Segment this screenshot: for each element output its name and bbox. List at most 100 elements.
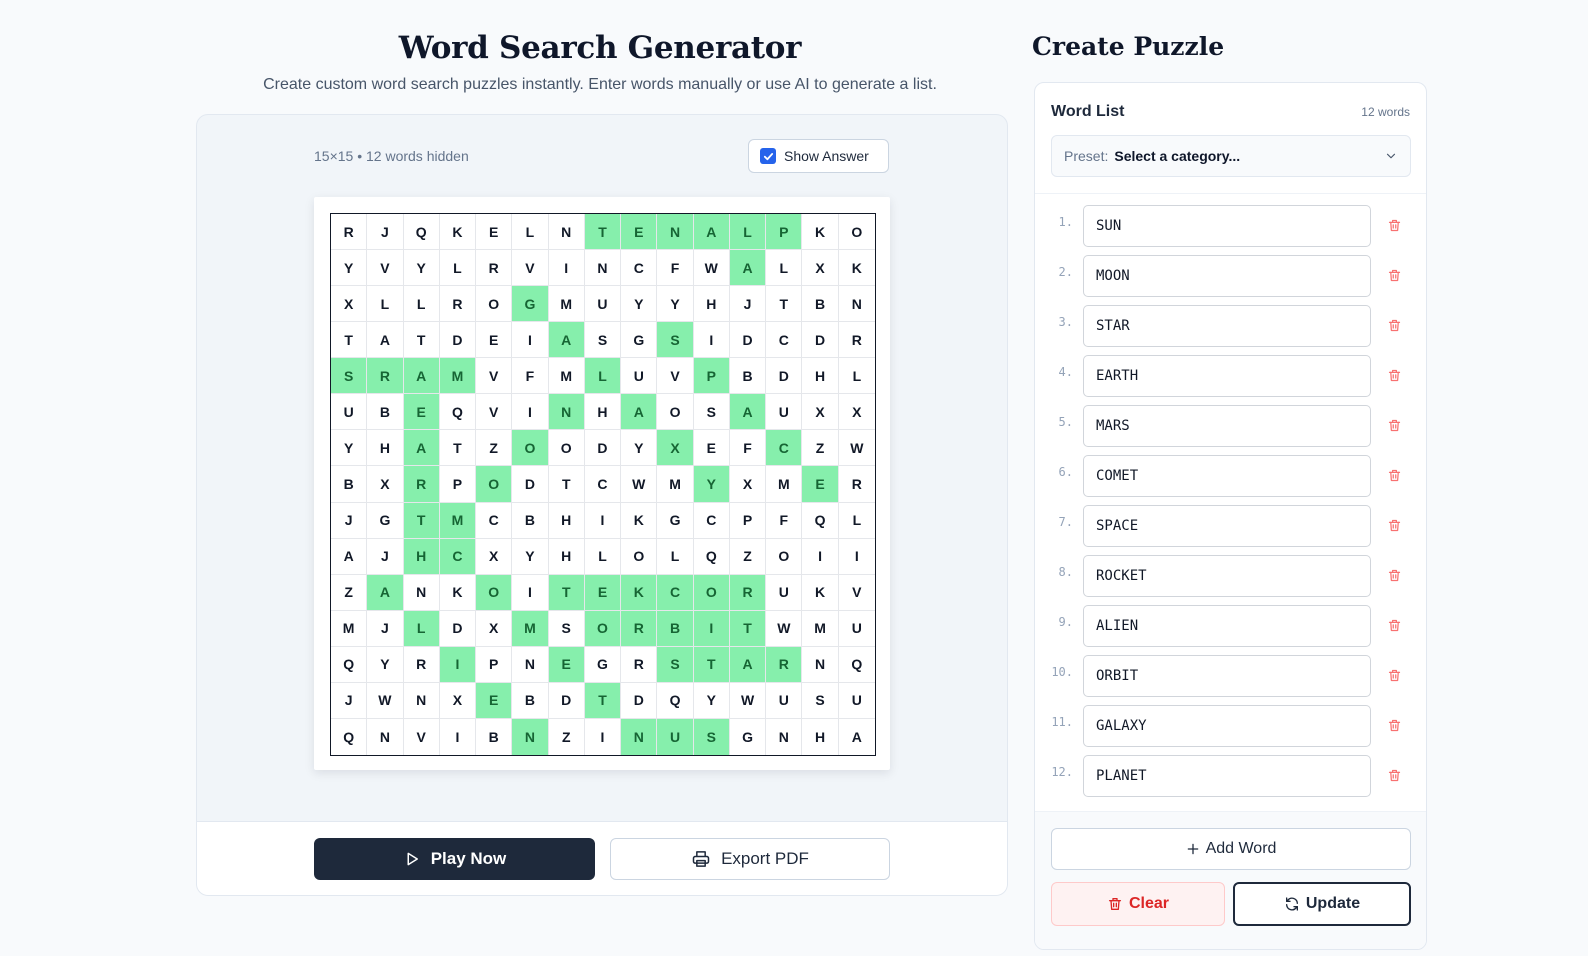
word-row: 4.	[1035, 355, 1426, 405]
grid-cell: X	[476, 538, 513, 575]
preset-select[interactable]: Preset: Select a category...	[1051, 135, 1411, 177]
grid-cell: D	[439, 322, 477, 359]
puzzle-sheet: RJQKELNTENALPKOYVYLRVINCFWALXKXLLROGMUYY…	[314, 197, 890, 770]
grid-cell: H	[367, 430, 404, 467]
word-number: 4.	[1058, 365, 1073, 379]
grid-cell: B	[657, 610, 694, 647]
word-input[interactable]	[1083, 555, 1371, 597]
add-word-button[interactable]: Add Word	[1051, 828, 1411, 870]
grid-cell: B	[802, 286, 839, 323]
refresh-icon	[1285, 897, 1298, 911]
show-answer-toggle[interactable]: Show Answer	[748, 139, 889, 173]
grid-cell: V	[476, 394, 513, 431]
word-row: 2.	[1035, 255, 1426, 305]
grid-cell: Q	[331, 646, 368, 683]
grid-cell: W	[693, 250, 730, 287]
delete-word-icon[interactable]	[1387, 518, 1402, 538]
word-input[interactable]	[1083, 405, 1371, 447]
grid-cell: O	[476, 286, 513, 323]
grid-cell: R	[403, 466, 440, 503]
delete-word-icon[interactable]	[1387, 618, 1402, 638]
grid-cell: W	[838, 430, 875, 467]
grid-cell: M	[548, 358, 585, 395]
grid-cell: W	[766, 610, 803, 647]
word-row: 5.	[1035, 405, 1426, 455]
play-now-label: Play Now	[430, 849, 507, 868]
delete-word-icon[interactable]	[1387, 768, 1402, 788]
grid-cell: E	[403, 394, 440, 431]
grid-cell: S	[657, 322, 694, 359]
word-input[interactable]	[1083, 255, 1371, 297]
grid-cell: E	[693, 430, 730, 467]
grid-cell: S	[693, 394, 730, 431]
word-input[interactable]	[1083, 455, 1371, 497]
grid-cell: U	[657, 718, 694, 755]
update-button[interactable]: Update	[1233, 882, 1411, 926]
grid-cell: C	[584, 466, 622, 503]
grid-cell: A	[729, 646, 767, 683]
grid-cell: K	[621, 502, 658, 539]
clear-button[interactable]: Clear	[1051, 882, 1225, 926]
grid-cell: D	[802, 322, 839, 359]
grid-cell: T	[548, 574, 585, 611]
check-icon	[763, 152, 773, 160]
create-puzzle-title: Create Puzzle	[1032, 32, 1225, 61]
delete-word-icon[interactable]	[1387, 418, 1402, 438]
grid-cell: X	[729, 466, 767, 503]
grid-cell: G	[584, 646, 622, 683]
word-input[interactable]	[1083, 755, 1371, 797]
grid-cell: K	[621, 574, 658, 611]
word-input[interactable]	[1083, 355, 1371, 397]
grid-cell: M	[331, 610, 368, 647]
grid-cell: M	[439, 502, 477, 539]
grid-cell: N	[548, 394, 585, 431]
grid-cell: L	[367, 286, 404, 323]
grid-cell: M	[439, 358, 477, 395]
preview-actions: Play Now Export PDF	[197, 821, 1007, 895]
grid-cell: Q	[693, 538, 730, 575]
word-input[interactable]	[1083, 705, 1371, 747]
grid-cell: L	[584, 538, 622, 575]
grid-cell: Y	[403, 250, 440, 287]
preset-value: Select a category...	[1114, 148, 1241, 164]
delete-word-icon[interactable]	[1387, 268, 1402, 288]
word-input[interactable]	[1083, 655, 1371, 697]
grid-cell: L	[766, 250, 803, 287]
grid-cell: S	[802, 682, 839, 719]
play-now-button[interactable]: Play Now	[314, 838, 595, 880]
grid-cell: G	[657, 502, 694, 539]
grid-cell: L	[838, 358, 875, 395]
word-list: 1. 2. 3. 4. 5. 6. 7. 8. 9. 10. 11. 12.	[1035, 205, 1426, 805]
word-number: 3.	[1058, 315, 1073, 329]
grid-cell: Z	[729, 538, 767, 575]
word-input[interactable]	[1083, 205, 1371, 247]
delete-word-icon[interactable]	[1387, 468, 1402, 488]
delete-word-icon[interactable]	[1387, 718, 1402, 738]
grid-cell: R	[476, 250, 513, 287]
word-input[interactable]	[1083, 605, 1371, 647]
delete-word-icon[interactable]	[1387, 368, 1402, 388]
export-pdf-button[interactable]: Export PDF	[610, 838, 890, 880]
preset-label: Preset:	[1064, 148, 1109, 164]
letter-grid: RJQKELNTENALPKOYVYLRVINCFWALXKXLLROGMUYY…	[330, 213, 876, 756]
grid-cell: I	[512, 574, 549, 611]
grid-cell: I	[548, 250, 585, 287]
delete-word-icon[interactable]	[1387, 218, 1402, 238]
delete-word-icon[interactable]	[1387, 668, 1402, 688]
grid-cell: R	[766, 646, 803, 683]
grid-cell: H	[548, 502, 585, 539]
grid-cell: I	[440, 718, 477, 755]
grid-cell: B	[331, 466, 368, 503]
grid-cell: Z	[331, 574, 368, 611]
delete-word-icon[interactable]	[1387, 568, 1402, 588]
grid-cell: O	[838, 214, 875, 251]
grid-cell: E	[476, 322, 513, 359]
word-row: 10.	[1035, 655, 1426, 705]
clear-label: Clear	[1128, 895, 1170, 912]
word-input[interactable]	[1083, 505, 1371, 547]
grid-cell: C	[657, 574, 694, 611]
word-input[interactable]	[1083, 305, 1371, 347]
show-answer-checkbox[interactable]	[760, 148, 776, 164]
delete-word-icon[interactable]	[1387, 318, 1402, 338]
grid-cell: V	[838, 575, 875, 611]
